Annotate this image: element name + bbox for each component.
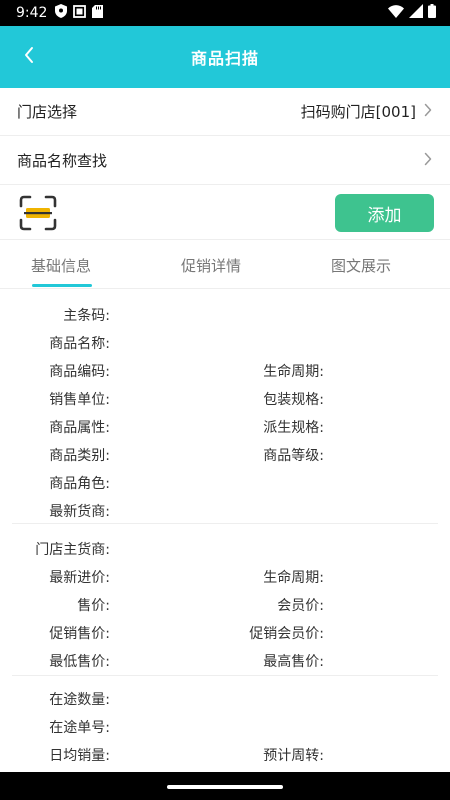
- tab-basic-info[interactable]: 基础信息: [0, 241, 150, 289]
- info-row: 在途数量:: [0, 685, 450, 713]
- signal-icon: [409, 4, 423, 22]
- field-label: 最高售价:: [263, 654, 324, 670]
- home-indicator[interactable]: [167, 785, 283, 789]
- info-row: 最新进价: 生命周期:: [0, 563, 450, 591]
- field-label: 预计周转:: [263, 748, 324, 764]
- shield-icon: [55, 4, 68, 22]
- field-label: 最低售价:: [49, 654, 110, 670]
- store-select-value: 扫码购门店[001]: [300, 103, 416, 121]
- barcode-scan-icon: [18, 195, 58, 236]
- product-name-search-row[interactable]: 商品名称查找: [0, 137, 450, 185]
- store-select-row[interactable]: 门店选择 扫码购门店[001]: [0, 88, 450, 136]
- field-label: 在途数量:: [49, 692, 110, 708]
- status-time: 9:42: [16, 5, 48, 21]
- field-label: 日均销量:: [49, 748, 110, 764]
- field-label: 会员价:: [277, 598, 324, 614]
- field-label: 派生规格:: [263, 420, 324, 436]
- info-row: 促销售价: 促销会员价:: [0, 619, 450, 647]
- field-label: 生命周期:: [263, 570, 324, 586]
- wifi-icon: [388, 4, 404, 22]
- field-label: 售价:: [77, 598, 110, 614]
- field-label: 商品角色:: [49, 476, 110, 492]
- field-label: 商品编码:: [49, 364, 110, 380]
- field-label: 促销售价:: [49, 626, 110, 642]
- tab-bar: 基础信息 促销详情 图文展示: [0, 241, 450, 289]
- field-label: 在途单号:: [49, 720, 110, 736]
- info-row: 商品角色:: [0, 469, 450, 497]
- field-label: 包装规格:: [263, 392, 324, 408]
- field-label: 促销会员价:: [249, 626, 324, 642]
- section-divider: [12, 523, 438, 524]
- chevron-left-icon: [23, 46, 35, 68]
- field-label: 主条码:: [63, 308, 110, 324]
- info-row: 商品类别: 商品等级:: [0, 441, 450, 469]
- store-price-section: 门店主货商: 最新进价: 生命周期: 售价: 会员价: 促销售价: 促销会员价: 最低…: [0, 535, 450, 675]
- info-row: 商品属性: 派生规格:: [0, 413, 450, 441]
- field-label: 商品属性:: [49, 420, 110, 436]
- sd-card-icon: [92, 4, 104, 22]
- tab-image-text[interactable]: 图文展示: [300, 241, 450, 289]
- stock-section: 在途数量: 在途单号: 日均销量: 预计周转:: [0, 685, 450, 769]
- page-title: 商品扫描: [190, 49, 259, 68]
- field-label: 生命周期:: [263, 364, 324, 380]
- info-row: 主条码:: [0, 301, 450, 329]
- field-label: 商品类别:: [49, 448, 110, 464]
- app-bar: 商品扫描: [0, 26, 450, 88]
- square-icon: [73, 4, 87, 22]
- field-label: 最新货商:: [49, 504, 110, 520]
- info-row: 商品编码: 生命周期:: [0, 357, 450, 385]
- info-row: 日均销量: 预计周转:: [0, 741, 450, 769]
- info-row: 最新货商:: [0, 497, 450, 525]
- field-label: 最新进价:: [49, 570, 110, 586]
- info-row: 在途单号:: [0, 713, 450, 741]
- tab-promotion-details[interactable]: 促销详情: [150, 241, 300, 289]
- add-button[interactable]: 添加: [335, 194, 434, 232]
- field-label: 销售单位:: [49, 392, 110, 408]
- info-row: 最低售价: 最高售价:: [0, 647, 450, 675]
- chevron-right-icon: [424, 152, 432, 170]
- field-label: 商品等级:: [263, 448, 324, 464]
- chevron-right-icon: [424, 103, 432, 121]
- section-divider: [12, 675, 438, 676]
- info-row: 门店主货商:: [0, 535, 450, 563]
- back-button[interactable]: [14, 42, 44, 72]
- basic-info-section: 主条码: 商品名称: 商品编码: 生命周期: 销售单位: 包装规格: 商品属性: 派生…: [0, 301, 450, 525]
- store-select-label: 门店选择: [17, 103, 78, 121]
- status-bar: 9:42: [0, 0, 450, 26]
- field-label: 门店主货商:: [35, 542, 110, 558]
- field-label: 商品名称:: [49, 336, 110, 352]
- info-row: 商品名称:: [0, 329, 450, 357]
- scan-button[interactable]: [18, 194, 58, 232]
- battery-icon: [428, 4, 436, 22]
- info-row: 售价: 会员价:: [0, 591, 450, 619]
- product-name-search-label: 商品名称查找: [17, 152, 108, 170]
- info-row: 销售单位: 包装规格:: [0, 385, 450, 413]
- scan-toolbar: 添加: [0, 186, 450, 240]
- navigation-bar: [0, 772, 450, 800]
